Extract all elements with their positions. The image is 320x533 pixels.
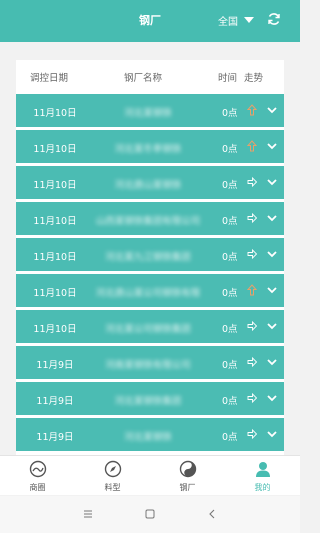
header-name: 钢厂名称 [124,73,163,84]
chevron-down-icon[interactable] [266,393,278,403]
region-label: 全国 [218,16,238,28]
row-date: 11月9日 [36,360,74,371]
circle-map-icon [29,460,46,478]
trend-right-arrow-icon [247,392,257,404]
chevron-down-icon[interactable] [266,249,278,259]
row-date: 11月10日 [33,216,77,227]
chevron-down-icon[interactable] [266,357,278,367]
trend-up-arrow-icon [247,284,257,296]
table-row[interactable]: 11月10日 河北某九江钢铁集团 0点 [16,238,284,271]
table-header: 调控日期 钢厂名称 时间 走势 [16,60,284,92]
row-steel-name: 河北某九江钢铁集团 [105,252,191,263]
tab-label: 钢厂 [179,483,196,492]
trend-right-arrow-icon [247,428,257,440]
compass-icon [104,460,121,478]
chevron-down-icon[interactable] [266,213,278,223]
table-row[interactable]: 11月10日 山西某钢铁集团有限公司 0点 [16,202,284,235]
table-row[interactable]: 11月10日 河北唐山某公司钢铁有限 0点 [16,274,284,307]
trend-right-arrow-icon [247,356,257,368]
row-time: 0点 [222,324,238,335]
table-row[interactable]: 11月10日 河北唐山某钢铁 0点 [16,166,284,199]
tab-label: 商圈 [29,483,46,492]
row-steel-name: 河北唐山某钢铁 [114,180,182,191]
row-time: 0点 [222,360,238,371]
tab-liaoxing[interactable]: 料型 [75,456,150,495]
trend-right-arrow-icon [247,248,257,260]
chevron-down-icon[interactable] [266,177,278,187]
header-trend: 走势 [244,73,264,84]
row-date: 11月10日 [33,180,77,191]
menu-icon[interactable] [82,508,94,520]
tab-label: 料型 [104,483,121,492]
system-navigation-bar [0,496,300,533]
row-time: 0点 [222,396,238,407]
row-date: 11月9日 [36,396,74,407]
steel-table: 调控日期 钢厂名称 时间 走势 11月10日 河北某钢铁 0点 11月10日 河北某冬季… [16,60,284,460]
table-row[interactable]: 11月10日 河北某冬季钢铁 0点 [16,130,284,163]
back-icon[interactable] [206,508,218,520]
row-steel-name: 山西某钢铁集团有限公司 [95,216,201,227]
bottom-tab-bar: 商圈 料型 钢厂 我的 [0,455,300,495]
row-steel-name: 河北某冬季钢铁 [114,144,182,155]
row-steel-name: 河北某公司钢铁集团 [105,324,191,335]
home-icon[interactable] [144,508,156,520]
row-date: 11月10日 [33,108,77,119]
chevron-down-icon[interactable] [266,105,278,115]
row-time: 0点 [222,180,238,191]
row-steel-name: 河南某钢铁有限公司 [105,360,191,371]
row-steel-name: 河北唐山某公司钢铁有限 [95,288,201,299]
row-time: 0点 [222,288,238,299]
chevron-down-icon[interactable] [266,321,278,331]
row-time: 0点 [222,216,238,227]
header-time: 时间 [218,73,238,84]
tab-wode[interactable]: 我的 [225,456,300,495]
table-row[interactable]: 11月9日 河北某钢铁集团 0点 [16,382,284,415]
row-date: 11月10日 [33,144,77,155]
table-body: 11月10日 河北某钢铁 0点 11月10日 河北某冬季钢铁 0点 11月10日 河北唐山某钢… [16,94,284,454]
header-bar: 钢厂 全国 [0,0,300,42]
user-icon [255,462,270,477]
row-steel-name: 河北某钢铁 [124,108,172,119]
yin-yang-icon [179,460,196,478]
trend-right-arrow-icon [247,212,257,224]
table-row[interactable]: 11月10日 河北某钢铁 0点 [16,94,284,127]
row-time: 0点 [222,108,238,119]
refresh-icon[interactable] [267,12,281,26]
region-selector[interactable]: 全国 [218,12,254,28]
row-date: 11月10日 [33,252,77,263]
page-title: 钢厂 [139,14,161,27]
row-date: 11月9日 [36,432,74,443]
trend-right-arrow-icon [247,320,257,332]
row-steel-name: 河北某钢铁集团 [114,396,182,407]
tab-gangchang[interactable]: 钢厂 [150,456,225,495]
trend-up-arrow-icon [247,104,257,116]
dropdown-triangle-icon [244,17,254,23]
trend-up-arrow-icon [247,140,257,152]
table-row[interactable]: 11月9日 河南某钢铁有限公司 0点 [16,346,284,379]
row-date: 11月10日 [33,288,77,299]
tab-label: 我的 [254,483,271,492]
header-date: 调控日期 [30,73,69,84]
tab-shangquan[interactable]: 商圈 [0,456,75,495]
row-time: 0点 [222,144,238,155]
row-date: 11月10日 [33,324,77,335]
row-time: 0点 [222,252,238,263]
chevron-down-icon[interactable] [266,141,278,151]
trend-right-arrow-icon [247,176,257,188]
table-row[interactable]: 11月9日 河北某钢铁 0点 [16,418,284,451]
table-row[interactable]: 11月10日 河北某公司钢铁集团 0点 [16,310,284,343]
chevron-down-icon[interactable] [266,429,278,439]
row-time: 0点 [222,432,238,443]
row-steel-name: 河北某钢铁 [124,432,172,443]
chevron-down-icon[interactable] [266,285,278,295]
